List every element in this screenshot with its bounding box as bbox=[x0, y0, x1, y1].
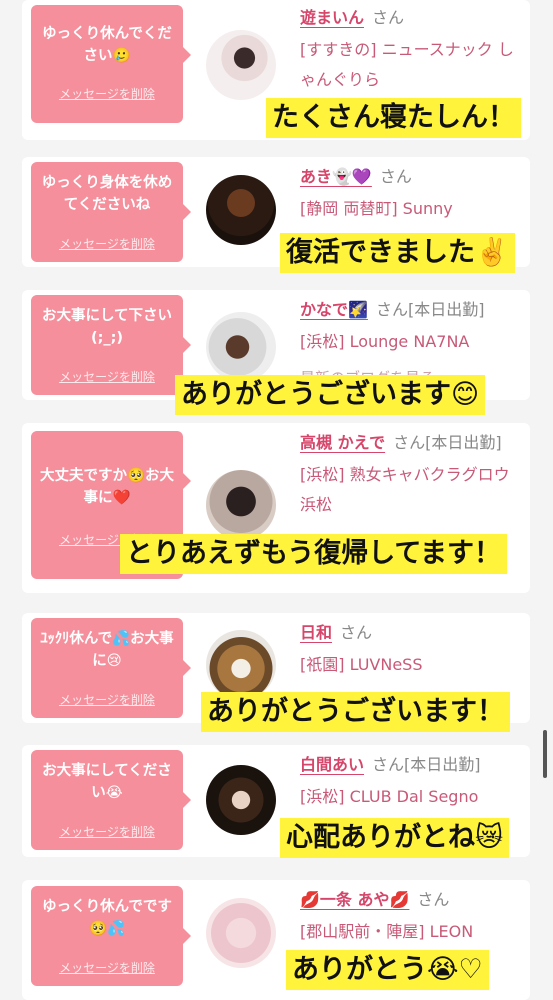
cast-name-link[interactable]: あき👻💜 bbox=[300, 167, 372, 186]
honorific: さん bbox=[375, 300, 408, 319]
shop-info[interactable]: [浜松] 熟女キャバクラグロウ 浜松 bbox=[300, 460, 528, 520]
message-bubble: ゆっくり休んでです🥺💦 メッセージを削除 bbox=[31, 886, 191, 986]
delete-message-link[interactable]: メッセージを削除 bbox=[31, 691, 183, 708]
cast-name-link[interactable]: 高槻 かえで bbox=[300, 433, 385, 452]
avatar[interactable] bbox=[206, 30, 276, 100]
message-bubble: ゆっくり休んでください🥲 メッセージを削除 bbox=[31, 5, 191, 123]
caption-overlay: 復活できました✌️ bbox=[280, 233, 515, 273]
message-text: お大事にしてください😭 bbox=[42, 763, 172, 801]
avatar[interactable] bbox=[206, 630, 276, 700]
cast-info: 遊まいん さん [すすきの] ニュースナック しゃんぐりら bbox=[300, 3, 528, 95]
message-text: ﾕｯｸﾘ休んで💦お大事に😢 bbox=[40, 631, 174, 669]
shop-info[interactable]: [静岡 両替町] Sunny bbox=[300, 194, 528, 224]
shop-info[interactable]: [浜松] CLUB Dal Segno bbox=[300, 782, 528, 812]
status-badge: [本日出勤] bbox=[404, 755, 481, 774]
shop-info[interactable]: [郡山駅前・陣屋] LEON bbox=[300, 917, 528, 947]
caption-overlay: 心配ありがとね😿 bbox=[280, 818, 510, 858]
cast-name-link[interactable]: 遊まいん bbox=[300, 8, 364, 27]
cast-info: 白間あい さん[本日出勤] [浜松] CLUB Dal Segno bbox=[300, 750, 528, 812]
avatar[interactable] bbox=[206, 470, 276, 540]
shop-info[interactable]: [祇園] LUVNeSS bbox=[300, 650, 528, 680]
delete-message-link[interactable]: メッセージを削除 bbox=[31, 85, 183, 102]
message-text: ゆっくり休んでください🥲 bbox=[42, 26, 172, 64]
caption-overlay: とりあえずもう復帰してます！ bbox=[120, 534, 508, 574]
caption-overlay: ありがとうございます！ bbox=[201, 692, 510, 732]
honorific: さん bbox=[372, 8, 405, 27]
message-text: ゆっくり休んでです🥺💦 bbox=[42, 899, 172, 937]
cast-info: 高槻 かえで さん[本日出勤] [浜松] 熟女キャバクラグロウ 浜松 bbox=[300, 428, 528, 520]
cast-info: 日和 さん [祇園] LUVNeSS bbox=[300, 618, 528, 680]
delete-message-link[interactable]: メッセージを削除 bbox=[31, 823, 183, 840]
honorific: さん bbox=[372, 755, 405, 774]
cast-info: あき👻💜 さん [静岡 両替町] Sunny bbox=[300, 162, 528, 224]
caption-overlay: ありがとうございます😊 bbox=[175, 375, 486, 415]
message-bubble: ゆっくり身体を休めてくださいね メッセージを削除 bbox=[31, 162, 191, 262]
message-bubble: ﾕｯｸﾘ休んで💦お大事に😢 メッセージを削除 bbox=[31, 618, 191, 718]
delete-message-link[interactable]: メッセージを削除 bbox=[31, 368, 183, 385]
cast-name-link[interactable]: 白間あい bbox=[300, 755, 364, 774]
scrollbar[interactable] bbox=[543, 730, 547, 778]
cast-info: 💋一条 あや💋 さん [郡山駅前・陣屋] LEON bbox=[300, 885, 528, 947]
message-text: ゆっくり身体を休めてくださいね bbox=[41, 175, 173, 213]
message-bubble: お大事にしてください😭 メッセージを削除 bbox=[31, 750, 191, 850]
cast-name-link[interactable]: 💋一条 あや💋 bbox=[300, 890, 409, 909]
message-bubble: お大事にして下さい(;_;) メッセージを削除 bbox=[31, 295, 191, 395]
message-text: お大事にして下さい(;_;) bbox=[41, 308, 173, 346]
status-badge: [本日出勤] bbox=[407, 300, 485, 319]
avatar[interactable] bbox=[206, 898, 276, 968]
honorific: さん bbox=[417, 890, 450, 909]
honorific: さん bbox=[340, 623, 373, 642]
honorific: さん bbox=[379, 167, 412, 186]
delete-message-link[interactable]: メッセージを削除 bbox=[31, 235, 183, 252]
delete-message-link[interactable]: メッセージを削除 bbox=[31, 959, 183, 976]
avatar[interactable] bbox=[206, 312, 276, 382]
honorific: さん bbox=[393, 433, 426, 452]
avatar[interactable] bbox=[206, 175, 276, 245]
cast-name-link[interactable]: かなで🌠 bbox=[300, 300, 368, 319]
shop-info[interactable]: [すすきの] ニュースナック しゃんぐりら bbox=[300, 35, 528, 95]
status-badge: [本日出勤] bbox=[425, 433, 502, 452]
message-text: 大丈夫ですか🥺お大事に❤️ bbox=[39, 468, 175, 506]
shop-info[interactable]: [浜松] Lounge NA7NA bbox=[300, 327, 528, 357]
avatar[interactable] bbox=[206, 765, 276, 835]
caption-overlay: ありがとう😭♡ bbox=[286, 950, 489, 990]
caption-overlay: たくさん寝たしん！ bbox=[266, 98, 521, 138]
cast-name-link[interactable]: 日和 bbox=[300, 623, 332, 642]
